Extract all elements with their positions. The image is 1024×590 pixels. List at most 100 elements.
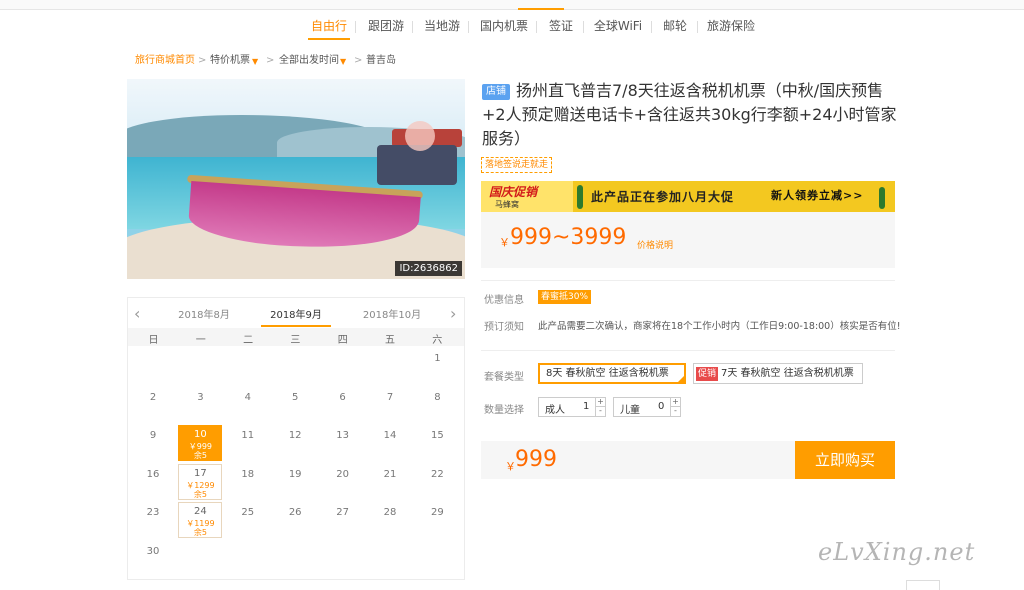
- decrement-button[interactable]: -: [596, 407, 605, 416]
- banner-campaign-text: 此产品正在参加八月大促: [591, 190, 735, 204]
- day-number: 18: [241, 468, 255, 480]
- adult-value[interactable]: 1: [583, 401, 589, 412]
- price-explanation-link[interactable]: 价格说明: [637, 238, 673, 251]
- nav-tab-local-tour[interactable]: 当地游: [422, 12, 462, 40]
- nav-tab-visa[interactable]: 签证: [546, 12, 576, 40]
- stepper-buttons: + -: [670, 398, 680, 416]
- child-quantity-stepper[interactable]: 儿童 0 + -: [613, 397, 681, 417]
- total-price: 999: [515, 447, 557, 472]
- caret-down-icon[interactable]: ▼: [340, 55, 346, 69]
- calendar-prev-month[interactable]: 2018年8月: [174, 306, 234, 321]
- nav-tab-group-tour[interactable]: 跟团游: [366, 12, 406, 40]
- booking-notice-label: 预订须知: [484, 322, 524, 333]
- main-nav: 自由行 跟团游 当地游 国内机票 签证 全球WiFi 邮轮 旅游保险: [0, 12, 1024, 42]
- breadcrumb-separator: >: [198, 55, 207, 66]
- day-number: 28: [383, 507, 397, 519]
- calendar-current-month[interactable]: 2018年9月: [261, 306, 331, 327]
- weekday-label: 五: [385, 335, 395, 346]
- back-to-top-button[interactable]: [906, 580, 940, 590]
- calendar-next-month[interactable]: 2018年10月: [360, 306, 424, 321]
- day-number: 4: [244, 391, 251, 403]
- breadcrumb-home-link[interactable]: 旅行商城首页: [135, 54, 195, 68]
- booking-notice-text: 此产品需要二次确认，商家将在18个工作小时内（工作日9:00-18:00）核实是…: [538, 321, 901, 332]
- weekday-label: 六: [432, 335, 443, 346]
- day-stock: 余5: [193, 489, 207, 499]
- calendar-day-2: 2: [131, 389, 175, 425]
- adult-quantity-stepper[interactable]: 成人 1 + -: [538, 397, 606, 417]
- calendar-day-16: 16: [131, 466, 175, 502]
- calendar-day-12: 12: [273, 427, 317, 463]
- calendar-day-8: 8: [415, 389, 459, 425]
- day-number: 6: [339, 391, 346, 403]
- nav-tab-insurance[interactable]: 旅游保险: [706, 12, 756, 40]
- day-number: 23: [146, 507, 160, 519]
- weekday-label: 日: [148, 335, 159, 346]
- calendar-day-4: 4: [226, 389, 270, 425]
- breadcrumb-separator: >: [354, 55, 363, 66]
- day-number: 24: [194, 506, 207, 518]
- calendar-day-10[interactable]: 10 ￥999 余5: [178, 425, 223, 462]
- calendar-day-28: 28: [368, 504, 412, 540]
- package-option-text: 8天 春秋航空 往返含税机票: [546, 368, 669, 379]
- calendar-day-1: 1: [415, 350, 459, 386]
- day-number: 7: [386, 391, 394, 403]
- date-calendar: ‹ 2018年8月 2018年9月 2018年10月 › 日一二三四五六 123…: [127, 297, 465, 580]
- calendar-day-23: 23: [131, 504, 175, 540]
- nav-tab-global-wifi[interactable]: 全球WiFi: [592, 12, 644, 40]
- calendar-day-5: 5: [273, 389, 317, 425]
- adult-label: 成人: [545, 405, 565, 416]
- breadcrumb-separator: >: [266, 55, 275, 66]
- day-number: 8: [434, 391, 441, 403]
- chevron-right-icon[interactable]: ›: [450, 304, 456, 323]
- price-currency: ￥: [499, 236, 510, 249]
- nav-tab-free-travel[interactable]: 自由行: [308, 12, 350, 40]
- cactus-icon: [879, 187, 885, 209]
- calendar-day-3: 3: [178, 389, 222, 425]
- day-number: 15: [431, 430, 444, 442]
- breadcrumb-depart-time[interactable]: 全部出发时间: [279, 54, 339, 68]
- day-number: 5: [292, 391, 299, 403]
- top-bar-accent: [518, 8, 564, 10]
- day-stock: 余5: [193, 451, 207, 461]
- calendar-weekday-header: 日一二三四五六: [128, 328, 464, 346]
- banner-coupon-link[interactable]: 新人领券立减>>: [771, 187, 863, 203]
- nav-divider: [468, 21, 469, 33]
- nav-divider: [355, 21, 356, 33]
- caret-down-icon[interactable]: ▼: [252, 55, 258, 69]
- calendar-day-6: 6: [321, 389, 365, 425]
- buy-now-button[interactable]: 立即购买: [795, 441, 895, 479]
- nav-tab-cruise[interactable]: 邮轮: [660, 12, 690, 40]
- calendar-day-17[interactable]: 17 ￥1299 余5: [178, 463, 223, 500]
- purchase-bar: ￥ 999 立即购买: [481, 441, 895, 479]
- product-photo[interactable]: ID:2636862: [127, 79, 465, 279]
- chevron-left-icon[interactable]: ‹: [134, 304, 140, 323]
- promo-banner[interactable]: 国庆促销 马蜂窝 此产品正在参加八月大促 新人领券立减>>: [481, 181, 895, 212]
- nav-divider: [697, 21, 698, 33]
- day-number: 1: [434, 353, 441, 364]
- calendar-day-18: 18: [226, 466, 270, 502]
- day-number: 21: [383, 468, 397, 480]
- calendar-day-24[interactable]: 24 ￥1199 余5: [178, 502, 223, 539]
- day-number: 3: [197, 391, 204, 403]
- stepper-buttons: + -: [595, 398, 605, 416]
- package-option-7-day[interactable]: 促销 7天 春秋航空 往返含税机机票: [693, 363, 863, 384]
- day-number: 20: [336, 468, 349, 480]
- weekday-label: 二: [243, 335, 254, 346]
- product-title: 店铺 扬州直飞普吉7/8天往返含税机机票（中秋/国庆预售+2人预定赠送电话卡+含往…: [482, 79, 902, 151]
- calendar-day-22: 22: [415, 466, 459, 502]
- calendar-day-21: 21: [368, 466, 412, 502]
- day-number: 29: [431, 507, 444, 519]
- nav-divider: [651, 21, 652, 33]
- child-value[interactable]: 0: [658, 401, 664, 412]
- promo-info-label: 优惠信息: [484, 295, 524, 306]
- day-number: 9: [149, 430, 157, 442]
- divider: [481, 280, 895, 281]
- day-number: 2: [149, 391, 157, 403]
- package-option-8-day[interactable]: 8天 春秋航空 往返含税机票: [538, 363, 686, 384]
- shop-badge: 店铺: [482, 84, 510, 100]
- day-number: 14: [383, 430, 397, 442]
- decrement-button[interactable]: -: [671, 407, 680, 416]
- top-bar: [0, 0, 1024, 10]
- nav-tab-domestic-flights[interactable]: 国内机票: [479, 12, 529, 40]
- breadcrumb-category[interactable]: 特价机票: [210, 54, 250, 68]
